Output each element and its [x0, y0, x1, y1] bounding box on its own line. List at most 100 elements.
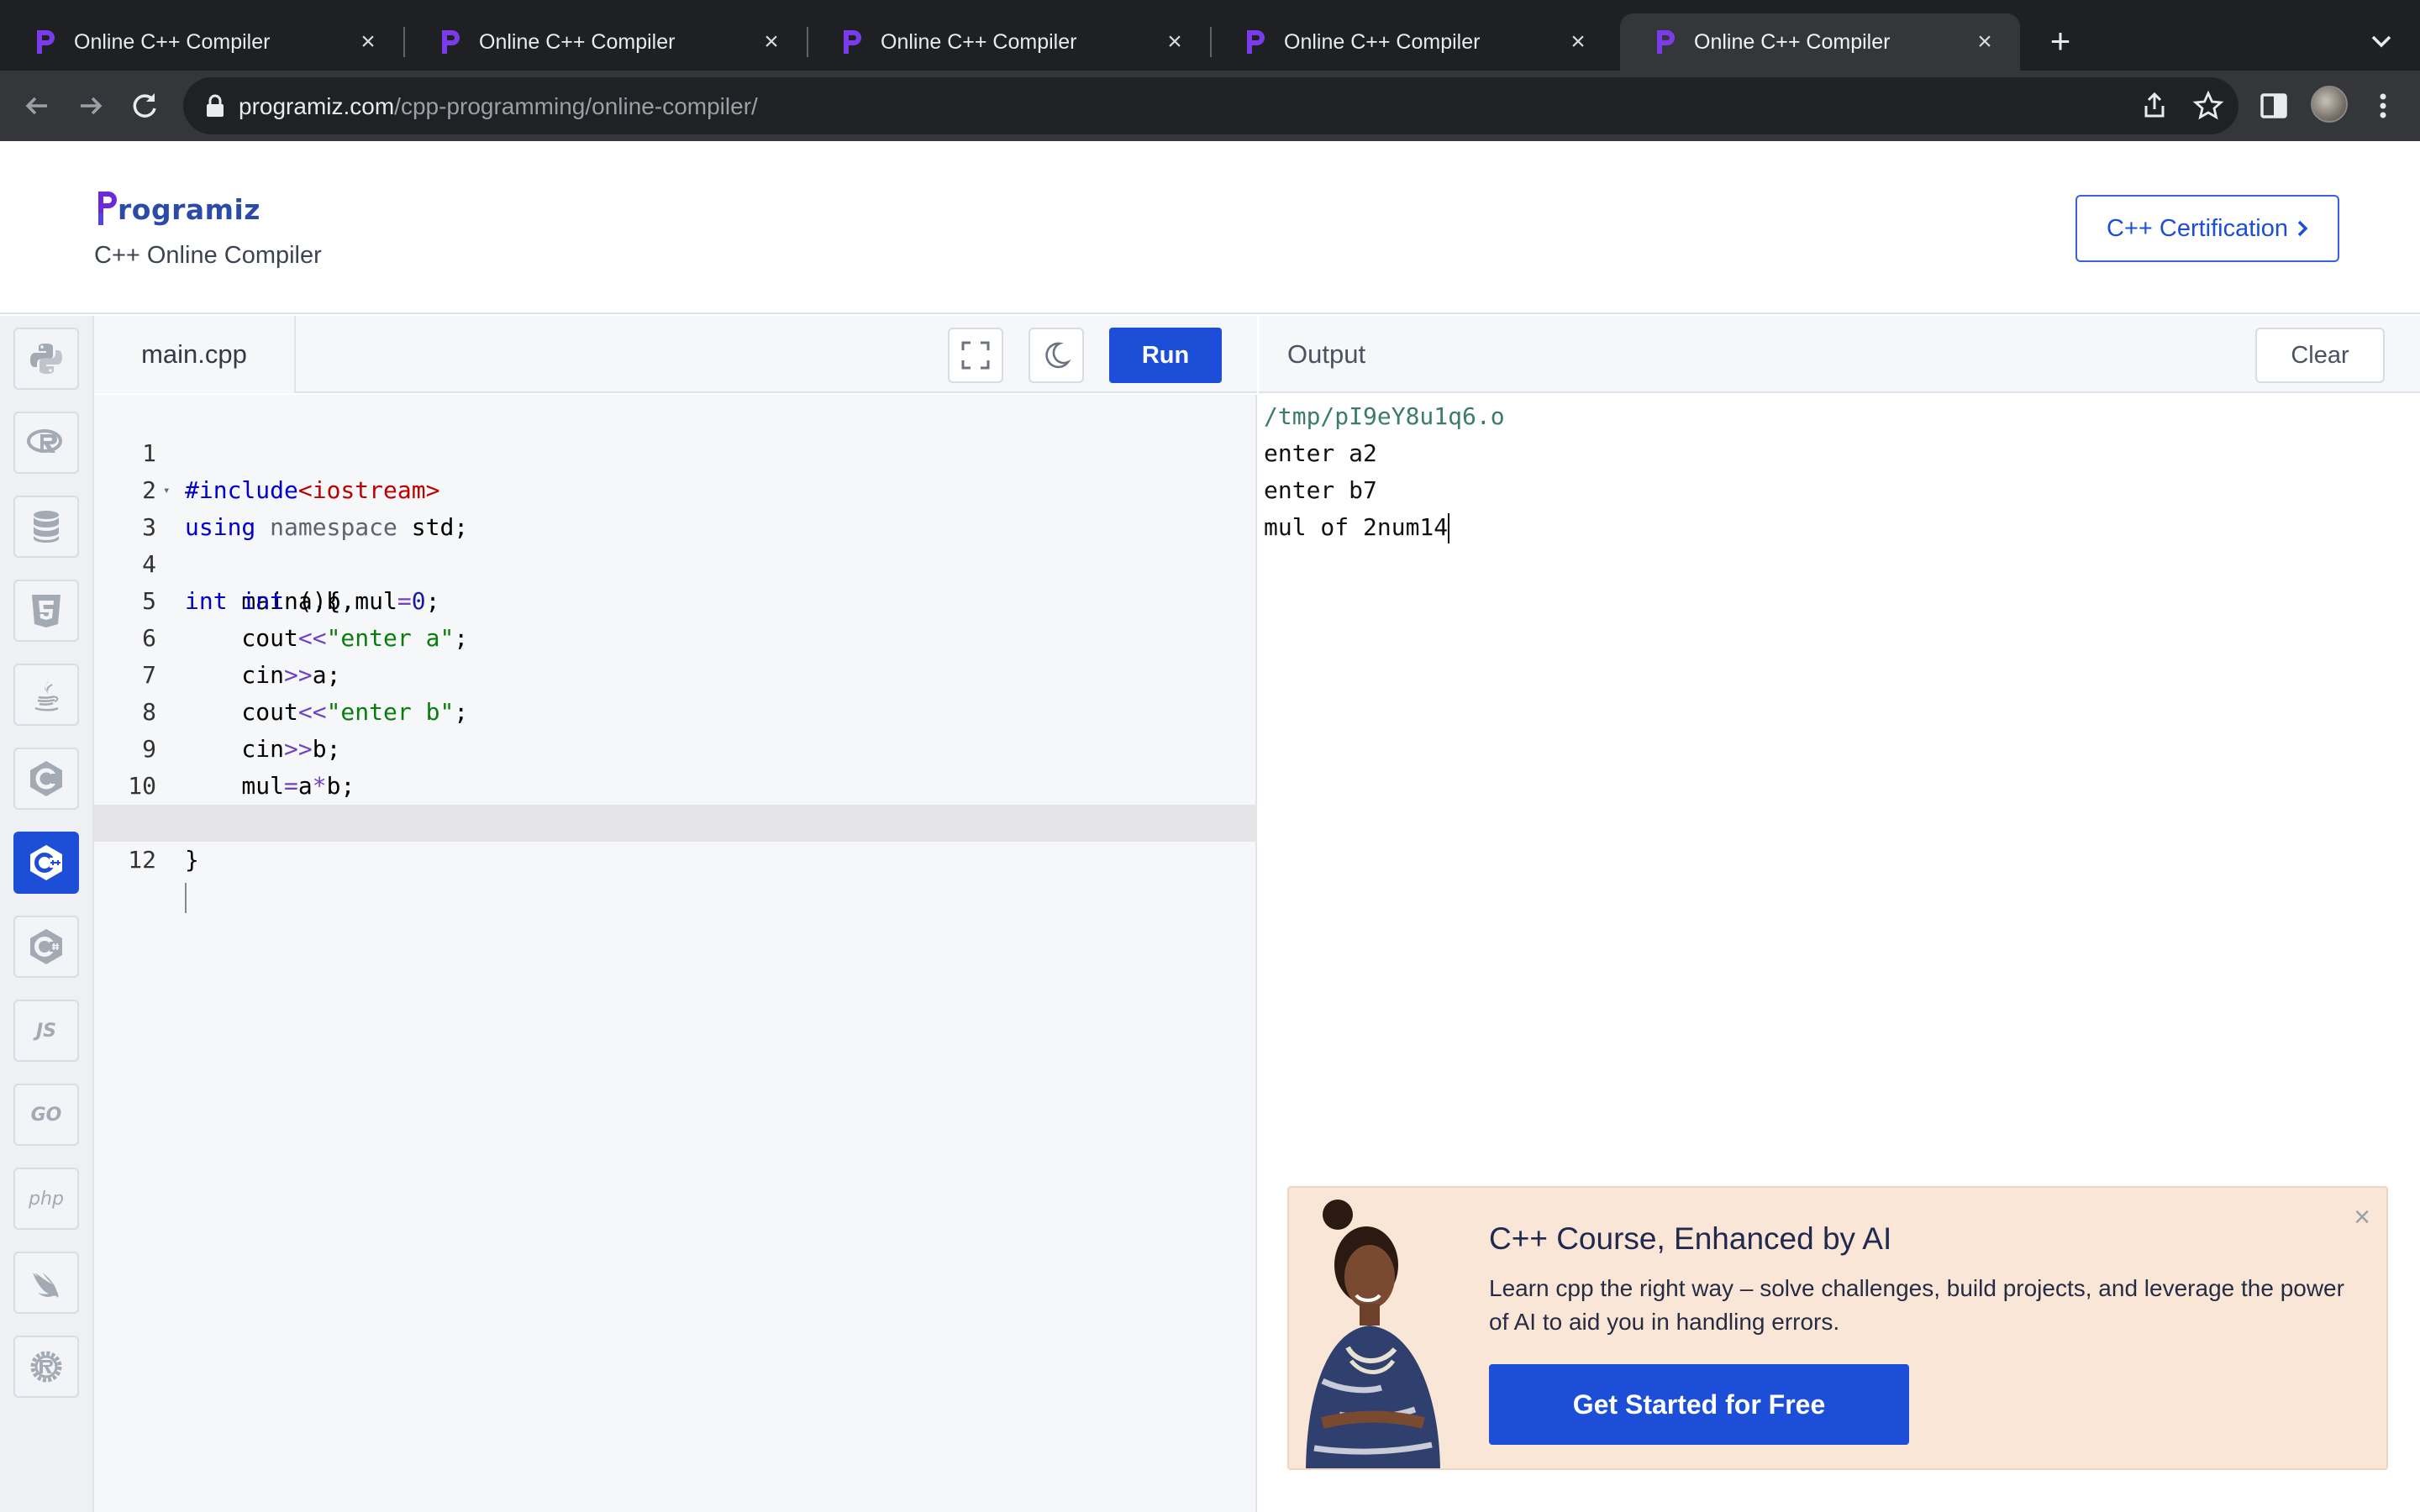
r-icon [27, 429, 62, 453]
language-php[interactable]: php [13, 1168, 79, 1230]
output-toolbar: Output Clear [1259, 316, 2420, 393]
get-started-button[interactable]: Get Started for Free [1489, 1364, 1909, 1445]
tab-title: Online C++ Compiler [881, 30, 1077, 54]
console-cursor [1448, 513, 1450, 543]
php-icon: php [29, 1188, 64, 1210]
editor-toolbar: main.cpp Run [94, 316, 1257, 393]
certification-label: C++ Certification [2107, 214, 2288, 242]
language-html[interactable] [13, 580, 79, 642]
language-java[interactable] [13, 664, 79, 726]
tab-title: Online C++ Compiler [479, 30, 676, 54]
cpp-icon [30, 845, 62, 880]
code-line[interactable]: 2 using namespace std; [94, 435, 1257, 541]
address-bar[interactable]: programiz.com/cpp-programming/online-com… [183, 77, 2238, 134]
python-icon [30, 344, 62, 374]
lock-icon[interactable] [205, 94, 225, 118]
csharp-icon [30, 929, 62, 964]
sql-database-icon [34, 511, 59, 543]
programiz-favicon-icon [442, 30, 460, 54]
instructor-photo [1306, 1200, 1440, 1468]
programiz-favicon-icon [844, 30, 861, 54]
code-line-current[interactable]: 12 [94, 805, 1257, 913]
tab-title: Online C++ Compiler [1284, 30, 1481, 54]
tab-search-chevron-icon[interactable] [2366, 25, 2396, 59]
code-line[interactable]: 9 mul=a*b; [94, 694, 1257, 800]
browser-tab[interactable]: Online C++ Compiler × [807, 13, 1212, 71]
tab-title: Online C++ Compiler [74, 30, 271, 54]
javascript-icon: JS [35, 1020, 57, 1042]
profile-avatar[interactable] [2311, 86, 2348, 123]
programiz-logo[interactable]: rogramiz [96, 185, 260, 227]
code-text: } [185, 846, 199, 874]
run-button[interactable]: Run [1109, 328, 1222, 383]
side-panel-icon[interactable] [2255, 87, 2292, 124]
fullscreen-icon [961, 341, 990, 370]
reload-icon[interactable] [126, 87, 163, 124]
tab-title: Online C++ Compiler [1694, 30, 1891, 54]
page-title: C++ Online Compiler [94, 242, 322, 269]
tab-close-icon[interactable]: × [758, 27, 785, 57]
browser-tab-strip: Online C++ Compiler × Online C++ Compile… [0, 0, 2420, 71]
code-line[interactable]: 3 ▾ int main(){ [94, 472, 1257, 615]
c-icon [30, 761, 62, 796]
new-tab-button[interactable]: + [2044, 20, 2077, 64]
browser-tab-active[interactable]: Online C++ Compiler × [1620, 13, 2020, 71]
language-go[interactable]: GO [13, 1084, 79, 1146]
close-icon[interactable]: × [2349, 1203, 2375, 1231]
clear-button[interactable]: Clear [2255, 328, 2385, 383]
tab-close-icon[interactable]: × [1161, 27, 1188, 57]
code-line[interactable]: 6 cin>>a; [94, 583, 1257, 689]
code-line[interactable]: 11 } [94, 768, 1257, 874]
bookmark-star-icon[interactable] [2191, 89, 2225, 123]
language-swift[interactable] [13, 1252, 79, 1314]
go-icon: GO [30, 1104, 62, 1126]
more-menu-icon[interactable] [2365, 87, 2402, 124]
output-console[interactable]: /tmp/pI9eY8u1q6.o enter a2 enter b7 mul … [1259, 395, 2420, 1512]
dark-mode-button[interactable] [1028, 328, 1084, 383]
chevron-right-icon [2297, 220, 2308, 237]
url-text[interactable]: programiz.com/cpp-programming/online-com… [239, 93, 758, 120]
language-sql[interactable] [13, 496, 79, 558]
code-text [185, 879, 187, 916]
code-line[interactable]: 7 cout<<"enter b"; [94, 620, 1257, 726]
output-line-text: mul of 2num14 [1264, 513, 1449, 541]
code-line[interactable]: 8 cin>>b; [94, 657, 1257, 763]
programiz-logo-p-icon [98, 192, 117, 225]
language-rust[interactable] [13, 1336, 79, 1398]
tab-close-icon[interactable]: × [355, 27, 381, 57]
output-line: /tmp/pI9eY8u1q6.o [1264, 402, 1505, 430]
browser-tab[interactable]: Online C++ Compiler × [1210, 13, 1613, 71]
logo-text: rogramiz [118, 193, 261, 226]
swift-icon [33, 1273, 59, 1298]
code-line[interactable]: 10 cout<<"mul of 2num"<<mul; [94, 731, 1257, 837]
site-header: rogramiz C++ Online Compiler C++ Certifi… [0, 141, 2420, 314]
browser-toolbar: programiz.com/cpp-programming/online-com… [0, 71, 2420, 141]
tab-close-icon[interactable]: × [1565, 27, 1591, 57]
forward-arrow-icon[interactable] [72, 87, 109, 124]
language-cpp[interactable] [13, 832, 79, 894]
programiz-favicon-icon [1657, 30, 1675, 54]
code-line[interactable]: 4 int a,b,mul=0; [94, 509, 1257, 615]
java-icon [34, 678, 59, 711]
code-editor[interactable]: 1 #include<iostream> 2 using namespace s… [94, 395, 1257, 1512]
back-arrow-icon[interactable] [18, 87, 55, 124]
file-tab-main-cpp[interactable]: main.cpp [94, 316, 296, 393]
programiz-favicon-icon [1247, 30, 1265, 54]
code-line[interactable]: 1 #include<iostream> [94, 398, 1257, 504]
code-line[interactable]: 5 cout<<"enter a"; [94, 546, 1257, 652]
fold-arrow-icon[interactable]: ▾ [163, 472, 170, 509]
browser-tab[interactable]: Online C++ Compiler × [0, 13, 405, 71]
language-c[interactable] [13, 748, 79, 810]
certification-button[interactable]: C++ Certification [2075, 195, 2339, 262]
share-icon[interactable] [2138, 89, 2171, 123]
tab-close-icon[interactable]: × [1971, 27, 1998, 57]
output-title: Output [1287, 339, 1366, 369]
moon-icon [1045, 342, 1071, 369]
promo-title: C++ Course, Enhanced by AI [1489, 1221, 1892, 1256]
language-python[interactable] [13, 328, 79, 390]
fullscreen-button[interactable] [948, 328, 1003, 383]
language-csharp[interactable] [13, 916, 79, 978]
language-r[interactable] [13, 412, 79, 474]
language-javascript[interactable]: JS [13, 1000, 79, 1062]
browser-tab[interactable]: Online C++ Compiler × [405, 13, 808, 71]
